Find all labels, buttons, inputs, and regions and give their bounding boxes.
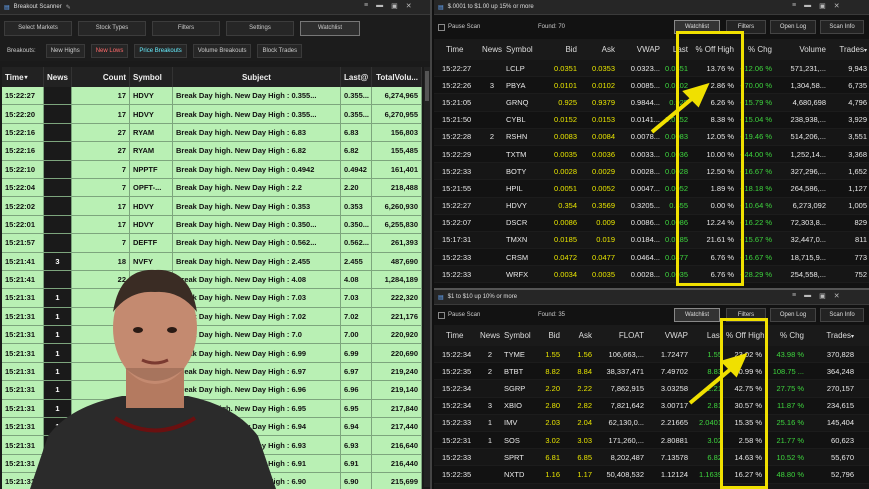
arrow-icon [688,352,748,405]
arrow-icon [650,82,710,134]
trading-screen: ▤ Breakout Scanner ✎ ≡ ▬ ▣ ✕ Select Mark… [0,0,869,489]
presenter-video-overlay [30,269,276,489]
